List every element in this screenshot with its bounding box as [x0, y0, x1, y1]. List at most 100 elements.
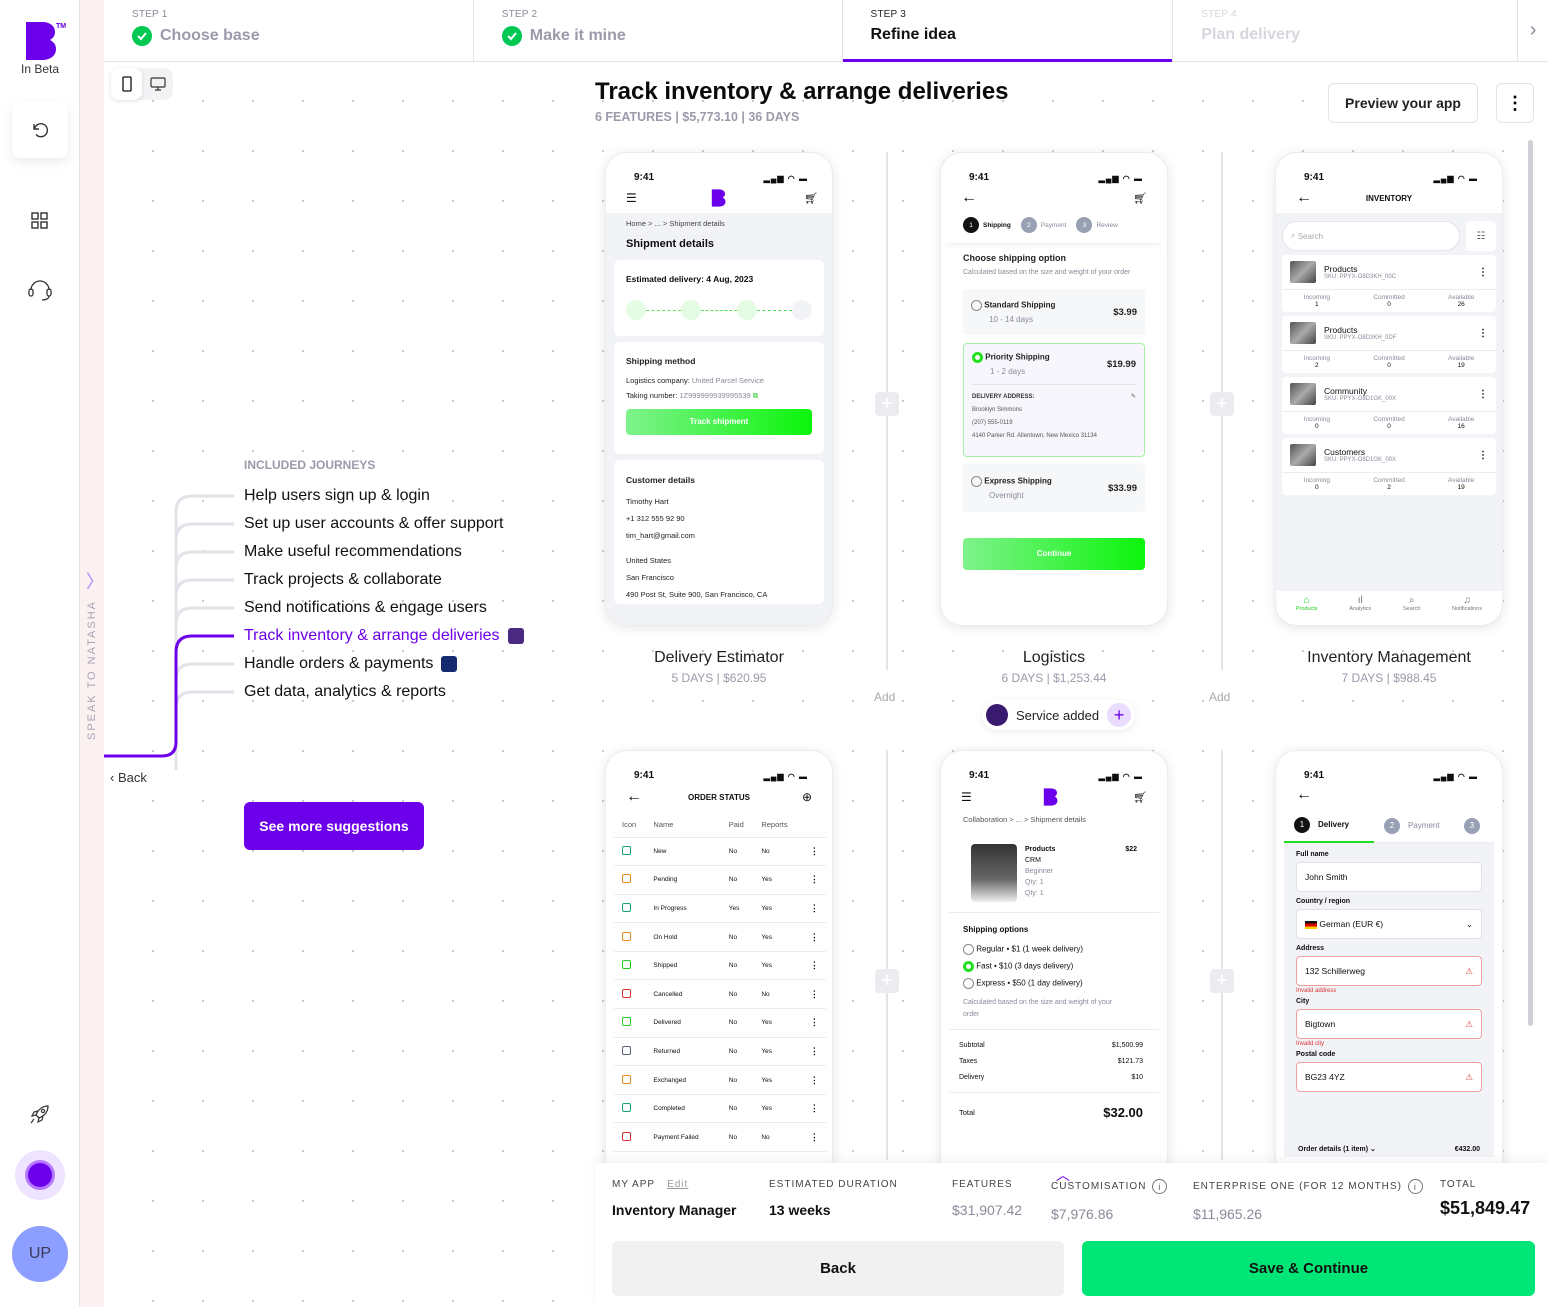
nav-analytics[interactable]: ıl Analytics	[1349, 595, 1371, 612]
table-row[interactable]: Payment Failed No No ⋮	[614, 1122, 826, 1153]
copy-icon[interactable]: ⧉	[753, 391, 758, 400]
kebab-menu-icon[interactable]: ⋮	[1478, 267, 1488, 278]
step-2[interactable]: STEP 2 Make it mine	[474, 0, 843, 61]
table-row[interactable]: Delivered No Yes ⋮	[614, 1008, 826, 1038]
builder-logo[interactable]: TM	[22, 20, 66, 62]
save-continue-button[interactable]: Save & Continue	[1082, 1241, 1535, 1296]
kebab-menu-icon[interactable]: ⋮	[801, 1094, 826, 1124]
back-arrow-icon[interactable]: ←	[1296, 786, 1312, 804]
nav-search[interactable]: ⌕ Search	[1403, 595, 1420, 612]
step-4[interactable]: STEP 4 Plan delivery	[1173, 0, 1519, 61]
kebab-menu-icon[interactable]: ⋮	[801, 979, 826, 1010]
edit-pencil-icon[interactable]: ✎	[1131, 391, 1136, 404]
table-row[interactable]: Exchanged No Yes ⋮	[614, 1065, 826, 1095]
table-row[interactable]: On Hold No Yes ⋮	[614, 922, 826, 952]
phone-delivery-form[interactable]: 9:41 ▂▄▆ ◠ ▬ ← 1 Delivery 2 Payment 3 Full …	[1275, 750, 1503, 1180]
shipping-option-selected[interactable]: Priority Shipping 1 - 2 days $19.99 DELIV…	[963, 343, 1145, 457]
radio-button[interactable]	[971, 476, 982, 487]
order-details-bar[interactable]: Order details (1 item) ⌄ €432.00	[1284, 1141, 1494, 1157]
journey-item[interactable]: Make useful recommendations	[244, 541, 462, 563]
city-input[interactable]: Bigtown ⚠	[1296, 1009, 1482, 1039]
continue-button[interactable]: Continue	[963, 538, 1145, 570]
journey-item[interactable]: Set up user accounts & offer support	[244, 513, 503, 535]
country-select[interactable]: German (EUR €) ⌄	[1296, 909, 1482, 939]
more-options-button[interactable]: ⋮	[1496, 83, 1534, 123]
journey-item[interactable]: Send notifications & engage users	[244, 597, 487, 619]
radio-button-selected[interactable]	[963, 961, 974, 972]
shipping-option[interactable]: Standard Shipping 10 - 14 days $3.99	[963, 289, 1145, 335]
filter-button[interactable]: ☷	[1466, 221, 1496, 251]
radio-button[interactable]	[963, 944, 974, 955]
table-row[interactable]: Returned No Yes ⋮	[614, 1037, 826, 1067]
table-row[interactable]: In Progress Yes Yes ⋮	[614, 894, 826, 924]
kebab-menu-icon[interactable]: ⋮	[801, 1065, 826, 1095]
kebab-menu-icon[interactable]: ⋮	[801, 865, 826, 895]
nav-notifications[interactable]: ♫ Notifications	[1452, 595, 1482, 612]
desktop-view-button[interactable]	[142, 68, 173, 100]
tab-review[interactable]: 3	[1464, 817, 1494, 834]
add-label[interactable]: Add	[1209, 690, 1230, 704]
inventory-item[interactable]: Customers SKU: PPYX-O8D1GK_00X ⋮ Incoming 0…	[1282, 438, 1496, 495]
phone-delivery-estimator[interactable]: 9:41 ▂▄▆ ◠ ▬ ☰ 🛒︎ Home > ... > Shipment d…	[605, 152, 833, 626]
search-input[interactable]: ⌕ Search	[1282, 221, 1460, 251]
user-avatar[interactable]: UP	[12, 1226, 68, 1282]
radio-button-selected[interactable]	[972, 352, 983, 363]
journey-item-active[interactable]: Track inventory & arrange deliveries	[244, 625, 524, 647]
table-row[interactable]: New No No ⋮	[614, 837, 826, 867]
kebab-menu-icon[interactable]: ⋮	[1478, 389, 1488, 400]
postal-input[interactable]: BG23 4YZ ⚠	[1296, 1062, 1482, 1092]
step-1[interactable]: STEP 1 Choose base	[104, 0, 474, 61]
info-icon[interactable]: i	[1407, 1179, 1423, 1194]
phone-cart[interactable]: 9:41 ▂▄▆ ◠ ▬ ☰ 🛒︎ Collaboration > ... > S…	[940, 750, 1168, 1180]
nav-products[interactable]: ⌂ Products	[1296, 595, 1318, 612]
table-row[interactable]: Cancelled No No ⋮	[614, 979, 826, 1010]
kebab-menu-icon[interactable]: ⋮	[1478, 450, 1488, 461]
table-row[interactable]: Shipped No Yes ⋮	[614, 951, 826, 981]
info-icon[interactable]: i	[1152, 1179, 1168, 1194]
shipping-option[interactable]: Express Shipping Overnight $33.99	[963, 464, 1145, 512]
preview-app-button[interactable]: Preview your app	[1328, 83, 1478, 123]
table-row[interactable]: Completed No Yes ⋮	[614, 1094, 826, 1124]
kebab-menu-icon[interactable]: ⋮	[801, 894, 826, 924]
address-input[interactable]: 132 Schillerweg ⚠	[1296, 956, 1482, 986]
add-label[interactable]: Add	[874, 690, 895, 704]
launch-button[interactable]	[24, 1098, 56, 1130]
see-more-suggestions-button[interactable]: See more suggestions	[244, 802, 424, 850]
inventory-item[interactable]: Community SKU: PPYX-O8D1GK_00X ⋮ Incoming 0…	[1282, 377, 1496, 434]
add-feature-button[interactable]: +	[1210, 392, 1234, 416]
radio-button[interactable]	[963, 978, 974, 989]
support-button[interactable]	[24, 272, 56, 304]
assistant-orb-button[interactable]	[15, 1150, 65, 1200]
mobile-view-button[interactable]	[111, 68, 142, 100]
add-feature-button[interactable]: +	[875, 969, 899, 993]
kebab-menu-icon[interactable]: ⋮	[801, 1037, 826, 1067]
radio-button[interactable]	[971, 300, 982, 311]
add-service-button[interactable]: +	[1107, 703, 1132, 727]
fullname-input[interactable]: John Smith	[1296, 862, 1482, 892]
undo-button[interactable]	[12, 102, 68, 158]
inventory-item[interactable]: Products SKU: PPYX-O8D3KH_0DF ⋮ Incoming 2 C…	[1282, 316, 1496, 373]
phone-inventory-management[interactable]: 9:41 ▂▄▆ ◠ ▬ ← INVENTORY ⌕ Search ☷ Produ…	[1275, 152, 1503, 626]
kebab-menu-icon[interactable]: ⋮	[801, 1008, 826, 1038]
back-arrow-icon[interactable]: ←	[961, 189, 977, 207]
phone-logistics[interactable]: 9:41 ▂▄▆ ◠ ▬ ← 🛒︎ 1 Shipping 2 Payment 3 Revi…	[940, 152, 1168, 626]
step-3[interactable]: STEP 3 Refine idea	[842, 0, 1174, 62]
table-row[interactable]: Pending No Yes ⋮	[614, 865, 826, 895]
back-button[interactable]: Back	[612, 1241, 1064, 1296]
kebab-menu-icon[interactable]: ⋮	[801, 837, 826, 867]
stepper-next-button[interactable]: ›	[1518, 0, 1548, 61]
add-feature-button[interactable]: +	[1210, 969, 1234, 993]
kebab-menu-icon[interactable]: ⋮	[1478, 328, 1488, 339]
inventory-item[interactable]: Products SKU: PPYX-O8D3KH_00C ⋮ Incoming 1 C…	[1282, 255, 1496, 312]
kebab-menu-icon[interactable]: ⋮	[801, 922, 826, 952]
track-shipment-button[interactable]: Track shipment	[626, 409, 812, 435]
tab-payment[interactable]: 2 Payment	[1374, 817, 1464, 834]
tab-delivery[interactable]: 1 Delivery	[1284, 809, 1374, 843]
kebab-menu-icon[interactable]: ⋮	[801, 1122, 826, 1153]
scrollbar[interactable]	[1528, 140, 1533, 1026]
phone-order-status[interactable]: 9:41 ▂▄▆ ◠ ▬ ← ORDER STATUS ⊕ Icon Name P…	[605, 750, 833, 1180]
journey-item[interactable]: Help users sign up & login	[244, 485, 430, 507]
add-feature-button[interactable]: +	[875, 392, 899, 416]
back-link[interactable]: ‹ Back	[110, 770, 147, 785]
kebab-menu-icon[interactable]: ⋮	[801, 951, 826, 981]
